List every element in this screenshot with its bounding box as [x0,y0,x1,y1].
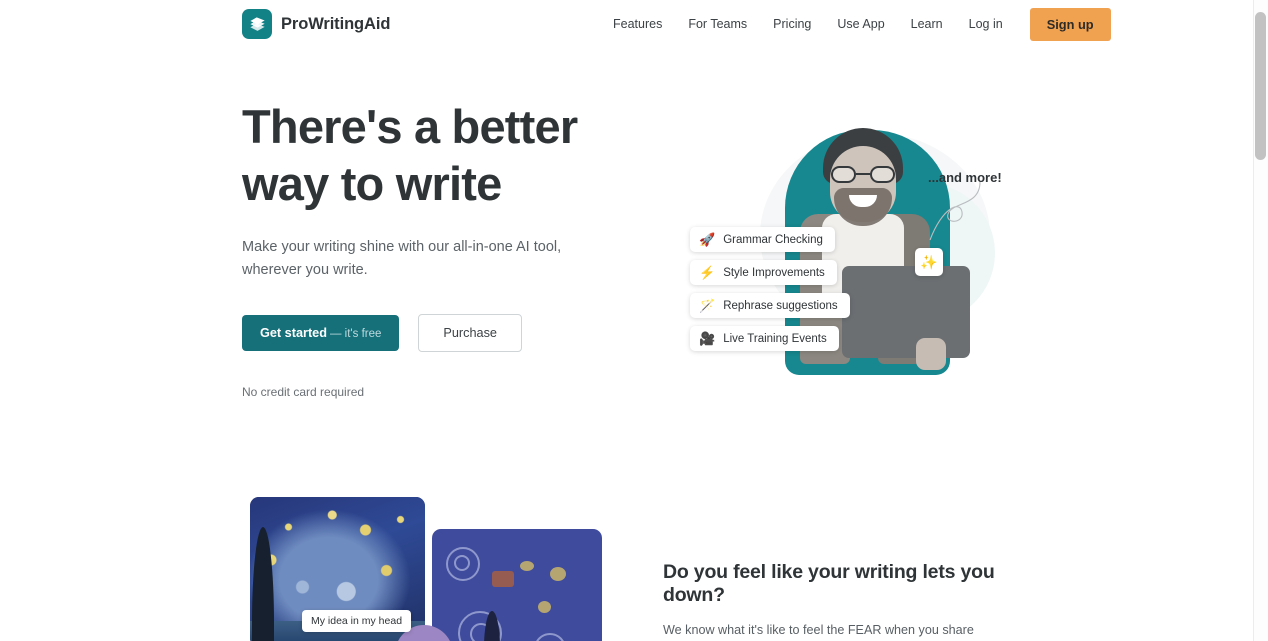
hero-illustration: 🚀 Grammar Checking ⚡ Style Improvements … [660,108,1060,393]
section-body-text: We know what it's like to feel the FEAR … [663,623,974,637]
feature-pill-list: 🚀 Grammar Checking ⚡ Style Improvements … [690,227,850,351]
feature-pill-label: Style Improvements [723,266,825,279]
lightning-bolt-icon: ⚡ [699,265,716,280]
rocket-icon: 🚀 [699,232,716,247]
feature-pill-grammar-checking: 🚀 Grammar Checking [690,227,835,252]
balloon-string-decoration [929,181,981,241]
laptop [842,266,970,358]
hero-cta-row: Get started — it's free Purchase [242,314,642,352]
glasses-icon [831,166,895,183]
prowritingaid-book-logo-icon [242,9,272,39]
page-scrollbar[interactable] [1253,0,1268,641]
nav-item-use-app[interactable]: Use App [824,17,897,31]
get-started-free-note: — it's free [329,328,382,340]
main-navigation: Features For Teams Pricing Use App Learn… [600,0,1111,48]
feature-pill-label: Rephrase suggestions [723,299,838,312]
page-root: ProWritingAid Features For Teams Pricing… [0,0,1268,641]
simplified-painting-card [432,529,602,641]
section-heading: Do you feel like your writing lets you d… [663,561,995,606]
glasses-bridge [856,173,870,175]
brand-logo[interactable]: ProWritingAid [242,9,390,39]
hero-title-line-2: way to write [242,157,502,210]
section-copy: Do you feel like your writing lets you d… [663,561,1023,641]
my-idea-label: My idea in my head [302,610,412,632]
nav-item-features[interactable]: Features [600,17,675,31]
sign-up-button[interactable]: Sign up [1029,7,1111,41]
nav-item-log-in[interactable]: Log in [956,17,1016,31]
star-blob [538,601,551,613]
movie-camera-icon: 🎥 [699,331,716,346]
purchase-button[interactable]: Purchase [418,314,522,352]
swirl-shape [534,633,566,641]
swirl-shape [454,555,470,571]
get-started-button[interactable]: Get started — it's free [242,315,400,351]
site-header: ProWritingAid Features For Teams Pricing… [0,0,1253,48]
hero-copy: There's a better way to write Make your … [242,98,642,399]
feature-pill-label: Grammar Checking [723,233,823,246]
feature-pill-label: Live Training Events [723,332,827,345]
scrollbar-thumb[interactable] [1255,12,1266,160]
glasses-lens-right [870,166,895,183]
hero-subtitle: Make your writing shine with our all-in-… [242,239,562,278]
feature-pill-rephrase-suggestions: 🪄 Rephrase suggestions [690,293,850,318]
hero-title-line-1: There's a better [242,100,578,153]
feature-pill-live-training-events: 🎥 Live Training Events [690,326,839,351]
nav-item-for-teams[interactable]: For Teams [675,17,760,31]
nav-item-pricing[interactable]: Pricing [760,17,824,31]
and-more-label: ...and more! [928,170,1002,185]
sun-shape [492,571,514,587]
nav-item-learn[interactable]: Learn [898,17,956,31]
brand-name: ProWritingAid [281,14,391,33]
star-blob [550,567,566,581]
no-credit-card-note: No credit card required [242,385,365,399]
magic-wand-icon: 🪄 [699,298,716,313]
glasses-lens-left [831,166,856,183]
get-started-label: Get started [260,326,327,340]
idea-comparison-illustration: My idea in my head [250,497,650,641]
hand [916,338,946,370]
feature-pill-style-improvements: ⚡ Style Improvements [690,260,837,285]
page-title: There's a better way to write [242,98,642,212]
star-blob [520,561,534,571]
